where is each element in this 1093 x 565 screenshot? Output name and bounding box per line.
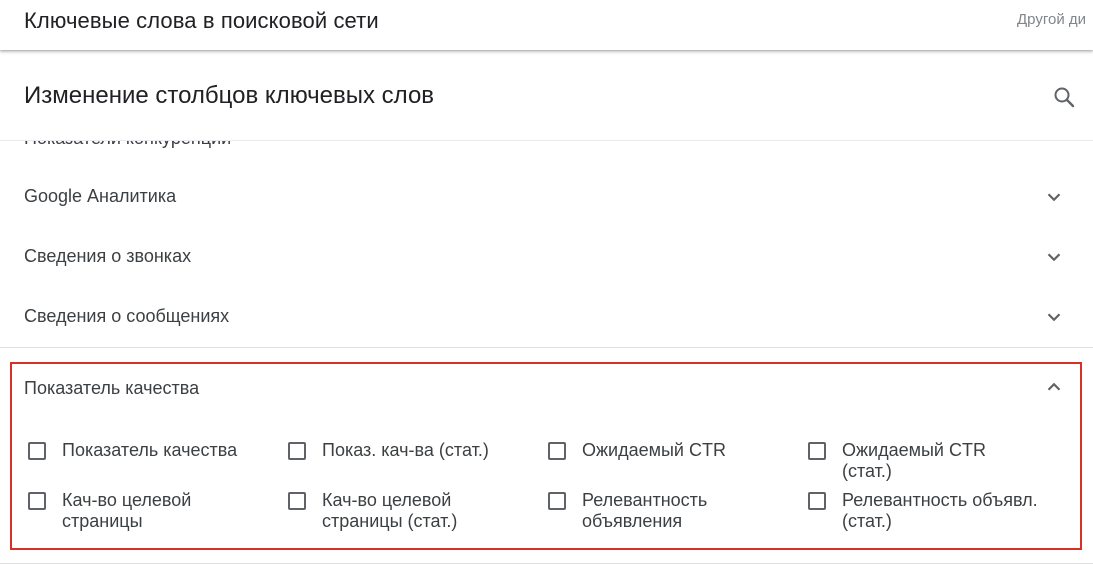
chevron-down-icon: [1047, 253, 1061, 262]
option-label: Ожидаемый CTR (стат.): [842, 440, 986, 481]
divider: [0, 563, 1093, 564]
option-landing-page-exp-hist[interactable]: Кач-во целевой страницы (стат.): [288, 490, 472, 532]
checkbox[interactable]: [548, 492, 566, 510]
option-label: Показатель качества: [62, 440, 238, 460]
checkbox[interactable]: [288, 442, 306, 460]
option-quality-score[interactable]: Показатель качества: [28, 440, 252, 461]
search-icon: [1054, 87, 1075, 108]
option-ad-relevance[interactable]: Релевантность объявления: [548, 490, 732, 532]
option-label: Кач-во целевой страницы (стат.): [322, 490, 458, 531]
option-label: Показ. кач-ва (стат.): [322, 440, 489, 460]
panel-header: Изменение столбцов ключевых слов: [0, 50, 1093, 141]
chevron-down-icon: [1047, 313, 1061, 322]
panel-title: Изменение столбцов ключевых слов: [24, 82, 435, 109]
page: Ключевые слова в поисковой сети Другой д…: [0, 0, 1093, 565]
top-bar: Ключевые слова в поисковой сети Другой д…: [0, 0, 1093, 50]
option-label: Релевантность объявления: [582, 490, 708, 531]
section-competition-metrics[interactable]: Показатели конкуренции: [24, 140, 231, 149]
chevron-down-icon: [1047, 193, 1061, 202]
page-title: Ключевые слова в поисковой сети: [24, 8, 379, 33]
section-label: Google Аналитика: [24, 186, 177, 206]
checkbox[interactable]: [28, 442, 46, 460]
option-quality-score-hist[interactable]: Показ. кач-ва (стат.): [288, 440, 512, 461]
option-expected-ctr[interactable]: Ожидаемый CTR: [548, 440, 772, 461]
checkbox[interactable]: [808, 492, 826, 510]
checkbox[interactable]: [28, 492, 46, 510]
search-button[interactable]: [1050, 83, 1078, 111]
option-label: Релевантность объявл. (стат.): [842, 490, 1038, 531]
section-quality-score-label[interactable]: Показатель качества: [24, 378, 199, 399]
checkbox[interactable]: [808, 442, 826, 460]
divider: [0, 347, 1093, 348]
chevron-up-icon[interactable]: [1043, 376, 1065, 398]
column-sections-list[interactable]: Показатели конкуренции Google Аналитика …: [0, 140, 1093, 565]
checkbox[interactable]: [288, 492, 306, 510]
section-label: Сведения о сообщениях: [24, 306, 230, 326]
option-label: Кач-во целевой страницы: [62, 490, 192, 531]
option-expected-ctr-hist[interactable]: Ожидаемый CTR (стат.): [808, 440, 1032, 482]
section-label: Сведения о звонках: [24, 246, 192, 266]
checkbox[interactable]: [548, 442, 566, 460]
section-message-details[interactable]: Сведения о сообщениях: [0, 288, 1093, 348]
option-ad-relevance-hist[interactable]: Релевантность объявл. (стат.): [808, 490, 1062, 532]
section-call-details[interactable]: Сведения о звонках: [0, 228, 1093, 288]
section-google-analytics[interactable]: Google Аналитика: [0, 168, 1093, 228]
option-label: Ожидаемый CTR: [582, 440, 726, 460]
option-landing-page-exp[interactable]: Кач-во целевой страницы: [28, 490, 212, 532]
other-link[interactable]: Другой ди: [1017, 11, 1086, 28]
